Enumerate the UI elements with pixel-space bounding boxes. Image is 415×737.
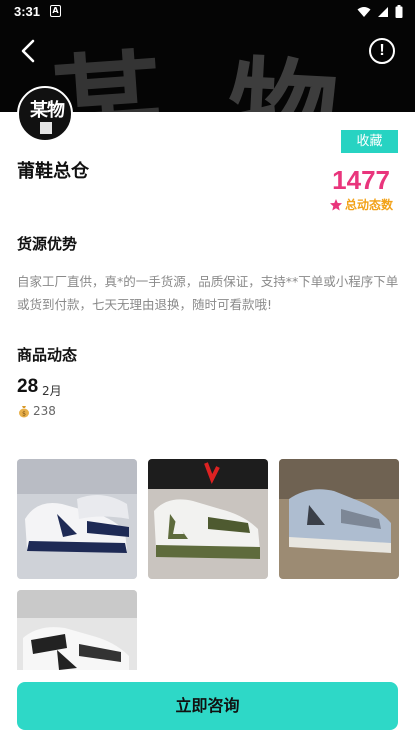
back-button[interactable] xyxy=(14,36,44,66)
avatar-text: 某物 xyxy=(30,100,65,121)
info-icon: ! xyxy=(379,42,385,59)
avatar-seal xyxy=(40,122,52,134)
product-photo[interactable] xyxy=(17,459,137,579)
wifi-icon xyxy=(357,6,371,17)
sneaker-image xyxy=(148,459,268,579)
stat-label-text: 总动态数 xyxy=(344,198,393,212)
advantage-title: 货源优势 xyxy=(17,235,78,253)
svg-text:$: $ xyxy=(22,411,26,418)
sneaker-image xyxy=(17,459,137,579)
post-day: 28 xyxy=(17,376,39,397)
dynamics-title: 商品动态 xyxy=(17,346,78,364)
status-bar: 3:31 A xyxy=(0,0,415,24)
shop-avatar: 某物 xyxy=(17,86,73,142)
notification-a-icon: A xyxy=(50,5,61,17)
shop-name: 莆鞋总仓 xyxy=(17,161,89,182)
battery-icon xyxy=(395,5,403,18)
status-time: 3:31 xyxy=(14,4,41,19)
collect-button[interactable]: 收藏 xyxy=(341,130,398,153)
views-value: 238 xyxy=(33,404,56,418)
post-month: 2月 xyxy=(42,384,62,398)
product-photo[interactable] xyxy=(148,459,268,579)
bottom-bar: 立即咨询 xyxy=(0,670,415,737)
star-medal-icon xyxy=(329,198,342,210)
product-photo[interactable] xyxy=(279,459,399,579)
chevron-left-icon xyxy=(21,39,35,63)
consult-now-button[interactable]: 立即咨询 xyxy=(17,682,398,730)
advantage-description: 自家工厂直供，真*的一手货源，品质保证，支持**下单或小程序下单或货到付款，七天… xyxy=(17,274,399,312)
total-dynamics-label: 总动态数 xyxy=(329,196,393,213)
status-icons xyxy=(357,5,403,18)
info-button[interactable]: ! xyxy=(369,38,395,64)
views-count: $ 238 xyxy=(17,404,56,418)
signal-icon xyxy=(378,6,388,17)
sneaker-image xyxy=(279,459,399,579)
banner-char: 物 xyxy=(224,44,341,112)
total-dynamics-count: 1477 xyxy=(332,165,390,195)
money-bag-icon: $ xyxy=(19,406,29,418)
